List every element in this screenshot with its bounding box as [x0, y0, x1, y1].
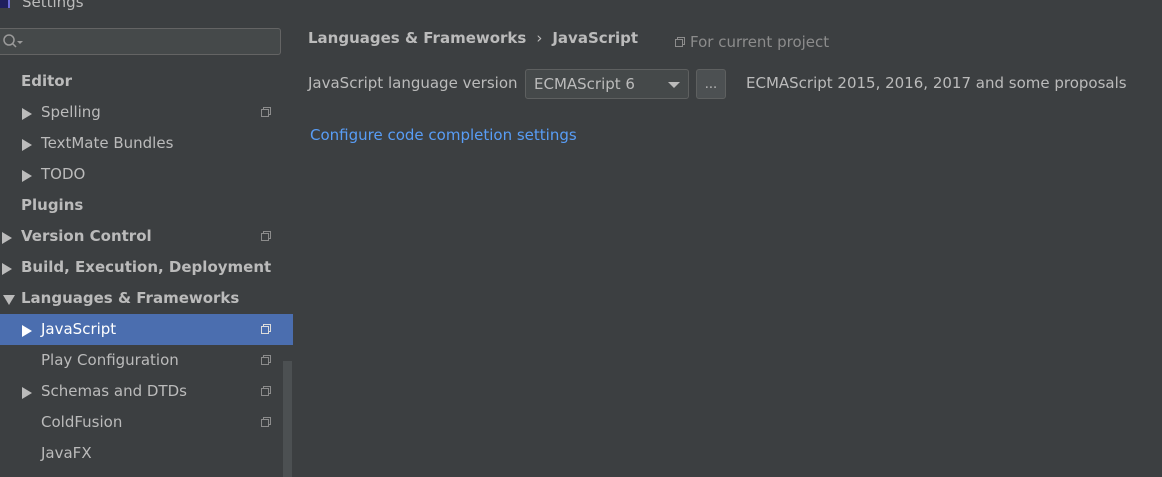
main-panel: Languages & Frameworks › JavaScript For cu… — [293, 16, 1162, 477]
breadcrumb-current: JavaScript — [552, 29, 639, 47]
expand-right-icon[interactable] — [2, 232, 12, 244]
search-box[interactable] — [0, 28, 281, 55]
sidebar-item-label: Languages & Frameworks — [21, 289, 240, 307]
sidebar-item-label: Spelling — [41, 103, 101, 121]
app-icon — [0, 0, 10, 8]
project-scope-icon — [261, 355, 271, 365]
project-scope-icon — [261, 107, 271, 117]
sidebar-item-javascript[interactable]: JavaScript — [0, 314, 293, 345]
project-scope-icon — [261, 324, 271, 334]
project-scope-icon — [261, 386, 271, 396]
project-scope-icon — [261, 231, 271, 241]
window-title: Settings — [22, 0, 84, 11]
language-version-value: ECMAScript 6 — [534, 75, 635, 93]
sidebar-item-label: TextMate Bundles — [41, 134, 174, 152]
sidebar-item-javafx[interactable]: JavaFX — [0, 438, 293, 469]
expand-down-icon[interactable] — [3, 295, 15, 305]
sidebar-scrollbar[interactable] — [283, 361, 292, 477]
sidebar-item-label: Play Configuration — [41, 351, 179, 369]
scope-label: For current project — [690, 33, 830, 51]
sidebar-item-plugins[interactable]: Plugins — [0, 190, 293, 221]
expand-right-icon[interactable] — [2, 263, 12, 275]
expand-right-icon[interactable] — [22, 170, 32, 182]
sidebar-item-spelling[interactable]: Spelling — [0, 97, 293, 128]
project-scope-icon — [675, 37, 685, 47]
sidebar-item-play-configuration[interactable]: Play Configuration — [0, 345, 293, 376]
sidebar-item-label: Build, Execution, Deployment — [21, 258, 272, 276]
chevron-down-icon — [668, 82, 680, 88]
expand-right-icon[interactable] — [22, 387, 32, 399]
sidebar-item-languages-frameworks[interactable]: Languages & Frameworks — [0, 283, 293, 314]
title-bar: Settings — [0, 0, 1162, 16]
sidebar-item-label: Editor — [21, 72, 72, 90]
sidebar-item-version-control[interactable]: Version Control — [0, 221, 293, 252]
settings-sidebar: Editor Spelling TextMate Bundles TODO Plugin… — [0, 16, 293, 477]
sidebar-item-editor[interactable]: Editor — [0, 66, 293, 97]
configure-code-completion-link[interactable]: Configure code completion settings — [310, 126, 577, 144]
settings-window: Settings Editor Spelling TextMate Bundles T… — [0, 0, 1162, 477]
version-description: ECMAScript 2015, 2016, 2017 and some pro… — [746, 74, 1127, 92]
scope-indicator: For current project — [674, 33, 829, 51]
sidebar-item-textmate-bundles[interactable]: TextMate Bundles — [0, 128, 293, 159]
sidebar-item-label: Schemas and DTDs — [41, 382, 187, 400]
language-version-select[interactable]: ECMAScript 6 — [525, 69, 689, 99]
expand-right-icon[interactable] — [22, 139, 32, 151]
sidebar-item-label: TODO — [41, 165, 86, 183]
settings-tree: Editor Spelling TextMate Bundles TODO Plugin… — [0, 66, 293, 469]
breadcrumb: Languages & Frameworks › JavaScript — [308, 29, 638, 47]
sidebar-item-label: Plugins — [21, 196, 84, 214]
sidebar-item-label: JavaScript — [41, 320, 117, 338]
breadcrumb-parent[interactable]: Languages & Frameworks — [308, 29, 526, 47]
expand-right-icon[interactable] — [22, 325, 32, 337]
project-scope-icon — [261, 417, 271, 427]
breadcrumb-separator: › — [536, 29, 543, 47]
search-input[interactable] — [26, 31, 280, 54]
expand-right-icon[interactable] — [22, 108, 32, 120]
search-icon[interactable] — [2, 33, 24, 51]
sidebar-item-todo[interactable]: TODO — [0, 159, 293, 190]
more-options-button[interactable]: ... — [696, 69, 726, 99]
sidebar-item-label: JavaFX — [41, 444, 92, 462]
sidebar-item-label: ColdFusion — [41, 413, 123, 431]
sidebar-item-build-execution-deployment[interactable]: Build, Execution, Deployment — [0, 252, 293, 283]
sidebar-item-label: Version Control — [21, 227, 152, 245]
sidebar-item-schemas-and-dtds[interactable]: Schemas and DTDs — [0, 376, 293, 407]
sidebar-item-coldfusion[interactable]: ColdFusion — [0, 407, 293, 438]
language-version-label: JavaScript language version — [308, 74, 518, 92]
